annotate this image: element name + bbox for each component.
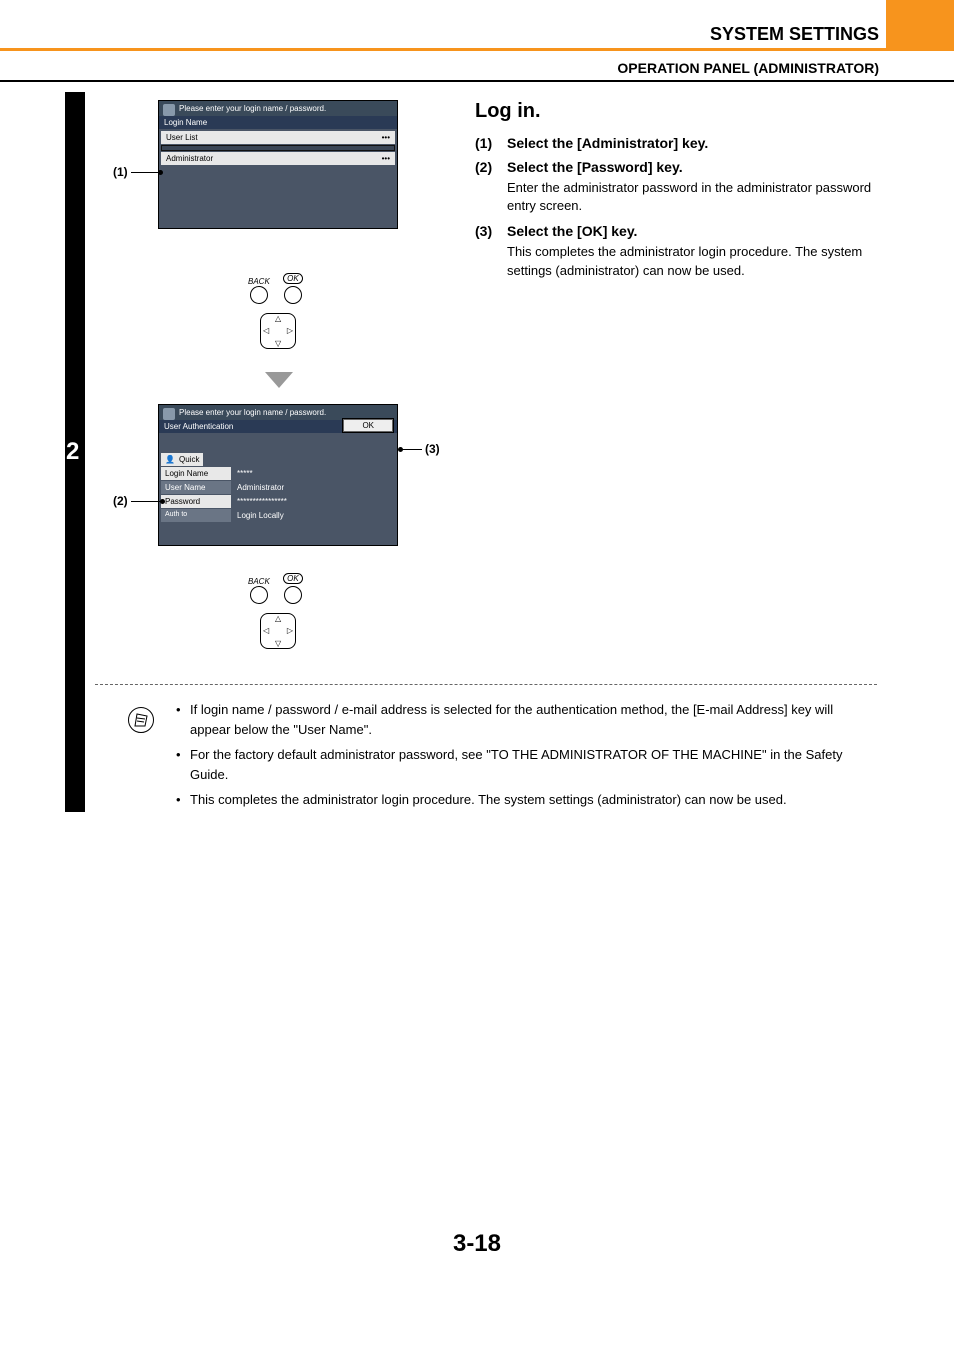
- callout-1-dot: [158, 170, 163, 175]
- note-2-text: For the factory default administrator pa…: [190, 745, 876, 784]
- ok-label: OK: [283, 273, 303, 284]
- step-2-num: (2): [475, 159, 507, 215]
- step-3-body: This completes the administrator login p…: [507, 243, 875, 279]
- dpad-left-icon: ◁: [263, 626, 269, 635]
- user-name-value: Administrator: [231, 481, 395, 494]
- user-name-key: User Name: [161, 481, 231, 494]
- note-3: • This completes the administrator login…: [176, 790, 876, 810]
- step-2-title: Select the [Password] key.: [507, 159, 875, 175]
- step-1-title: Select the [Administrator] key.: [507, 135, 875, 151]
- note-1: • If login name / password / e-mail addr…: [176, 700, 876, 739]
- panel1-empty: [159, 168, 397, 228]
- header-accent: [886, 0, 954, 48]
- administrator-row[interactable]: Administrator •••: [161, 152, 395, 165]
- back-button-2[interactable]: [250, 586, 268, 604]
- control-cluster-2: BACK OK △ ▽ ◁ ▷: [248, 568, 308, 658]
- step-number: 2: [66, 438, 79, 466]
- password-value: ****************: [231, 495, 395, 508]
- quick-row[interactable]: 👤 Quick: [161, 453, 203, 466]
- callout-2-label: (2): [113, 494, 128, 508]
- direct-entry-row: [161, 145, 395, 151]
- dashed-separator: [95, 684, 877, 685]
- administrator-label: Administrator: [166, 154, 213, 163]
- note-icon: [128, 707, 154, 733]
- page-number: 3-18: [0, 1230, 954, 1258]
- header-rule-black: [0, 80, 954, 82]
- ok-button-2[interactable]: [284, 586, 302, 604]
- dpad-right-icon: ▷: [287, 626, 293, 635]
- header-rule-orange: [0, 48, 954, 51]
- screen-panel-2: Please enter your login name / password.…: [158, 404, 398, 546]
- step-3-title: Select the [OK] key.: [507, 223, 875, 239]
- panel2-prompt: Please enter your login name / password.: [159, 405, 397, 420]
- more-icon: •••: [382, 154, 390, 163]
- notes-block: • If login name / password / e-mail addr…: [176, 700, 876, 816]
- callout-3-line: [400, 449, 422, 450]
- step-1-num: (1): [475, 135, 507, 151]
- callout-1-line: [131, 172, 159, 173]
- dpad[interactable]: △ ▽ ◁ ▷: [260, 313, 296, 349]
- back-label: BACK: [248, 277, 270, 286]
- info-icon: [163, 408, 175, 420]
- panel2-ok-button[interactable]: OK: [343, 419, 393, 432]
- dpad-right-icon: ▷: [287, 326, 293, 335]
- callout-1-label: (1): [113, 165, 128, 179]
- panel2-body: OK 👤 Quick Login Name ***** User Name Ad…: [159, 433, 397, 545]
- instructions-block: Log in. (1) Select the [Administrator] k…: [475, 100, 875, 288]
- user-list-label: User List: [166, 133, 198, 142]
- login-name-key[interactable]: Login Name: [161, 467, 231, 480]
- note-1-text: If login name / password / e-mail addres…: [190, 700, 876, 739]
- panel1-list: User List ••• Administrator •••: [159, 129, 397, 168]
- ok-label-2: OK: [283, 573, 303, 584]
- back-label-2: BACK: [248, 577, 270, 586]
- instruction-step-1: (1) Select the [Administrator] key.: [475, 135, 875, 151]
- note-3-text: This completes the administrator login p…: [190, 790, 876, 810]
- auth-to-key: Auth to: [161, 509, 231, 522]
- password-key[interactable]: Password: [161, 495, 231, 508]
- screen-panel-1: Please enter your login name / password.…: [158, 100, 398, 229]
- instructions-heading: Log in.: [475, 100, 875, 123]
- panel1-prompt-text: Please enter your login name / password.: [179, 104, 326, 113]
- user-icon: 👤: [165, 455, 175, 464]
- panel2-section-text: User Authentication: [164, 422, 233, 431]
- quick-label: Quick: [179, 455, 199, 464]
- instruction-step-2: (2) Select the [Password] key. Enter the…: [475, 159, 875, 215]
- info-icon: [163, 104, 175, 116]
- note-2: • For the factory default administrator …: [176, 745, 876, 784]
- dpad-up-icon: △: [275, 314, 281, 323]
- user-list-row[interactable]: User List •••: [161, 131, 395, 144]
- step-2-body: Enter the administrator password in the …: [507, 179, 875, 215]
- auth-to-value: Login Locally: [231, 509, 395, 522]
- page-subheader: OPERATION PANEL (ADMINISTRATOR): [617, 60, 879, 76]
- more-icon: •••: [382, 133, 390, 142]
- dpad-up-icon: △: [275, 614, 281, 623]
- page-header-title: SYSTEM SETTINGS: [710, 24, 879, 45]
- step-3-num: (3): [475, 223, 507, 279]
- callout-2-line: [131, 501, 161, 502]
- instruction-step-3: (3) Select the [OK] key. This completes …: [475, 223, 875, 279]
- ok-button[interactable]: [284, 286, 302, 304]
- panel1-section-label: Login Name: [159, 116, 397, 129]
- flow-arrow-down-icon: [265, 372, 293, 388]
- control-cluster-1: BACK OK △ ▽ ◁ ▷: [248, 268, 308, 358]
- back-button[interactable]: [250, 286, 268, 304]
- dpad-down-icon: ▽: [275, 339, 281, 348]
- dpad-down-icon: ▽: [275, 639, 281, 648]
- callout-3-label: (3): [425, 442, 440, 456]
- callout-2-dot: [160, 499, 165, 504]
- panel2-prompt-text: Please enter your login name / password.: [179, 408, 326, 417]
- login-name-value: *****: [231, 467, 395, 480]
- dpad-2[interactable]: △ ▽ ◁ ▷: [260, 613, 296, 649]
- dpad-left-icon: ◁: [263, 326, 269, 335]
- panel1-prompt: Please enter your login name / password.: [159, 101, 397, 116]
